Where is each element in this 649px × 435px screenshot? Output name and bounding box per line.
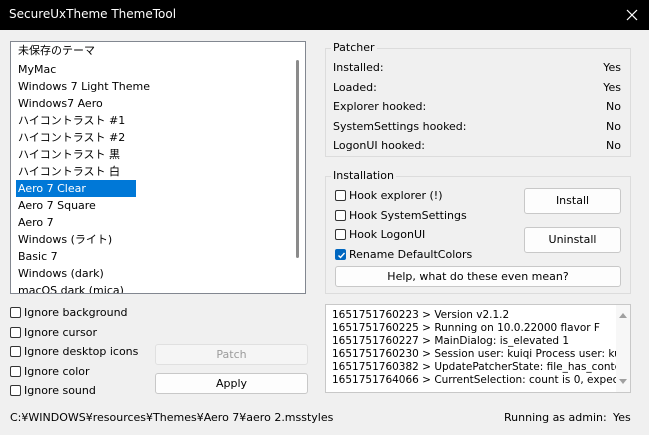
checkbox-box[interactable] <box>335 209 346 221</box>
checkbox-box-checked[interactable] <box>335 248 346 260</box>
ignore-color-checkbox[interactable]: Ignore color <box>10 363 90 379</box>
admin-label: Running as admin: <box>504 411 607 424</box>
title-bar: SecureUxTheme ThemeTool <box>0 0 649 30</box>
checkbox-label: Ignore cursor <box>24 325 97 339</box>
close-icon <box>626 9 638 21</box>
theme-item[interactable]: 未保存のテーマ <box>16 42 97 59</box>
log-scrollbar[interactable] <box>616 305 630 392</box>
theme-list[interactable]: 未保存のテーマ MyMac Windows 7 Light Theme Wind… <box>10 41 306 294</box>
checkbox-box[interactable] <box>10 384 21 396</box>
checkbox-box[interactable] <box>10 326 21 338</box>
checkbox-box[interactable] <box>10 306 21 318</box>
scroll-down-icon[interactable] <box>619 379 627 384</box>
checkbox-label: Hook LogonUI <box>349 227 426 241</box>
checkbox-box[interactable] <box>10 365 21 377</box>
loaded-value: Yes <box>603 81 621 94</box>
installed-value: Yes <box>603 61 621 74</box>
checkbox-label: Ignore color <box>24 364 90 378</box>
patcher-group-title: Patcher <box>331 41 377 54</box>
theme-item[interactable]: Windows7 Aero <box>16 95 105 112</box>
hook-systemsettings-checkbox[interactable]: Hook SystemSettings <box>335 207 467 223</box>
log-line: 1651751760230 > Session user: kuiqi Proc… <box>332 348 631 360</box>
theme-path: C:¥WINDOWS¥resources¥Themes¥Aero 7¥aero … <box>10 411 334 424</box>
theme-item[interactable]: Windows (ライト) <box>16 231 114 248</box>
scroll-up-icon[interactable] <box>619 313 627 318</box>
explorer-hooked-value: No <box>606 100 621 113</box>
checkbox-box[interactable] <box>10 345 21 357</box>
checkbox-label: Ignore background <box>24 305 128 319</box>
theme-item[interactable]: ハイコントラスト 白 <box>16 163 122 180</box>
apply-button[interactable]: Apply <box>155 373 308 394</box>
checkbox-label: Ignore sound <box>24 383 96 397</box>
rename-defaultcolors-checkbox[interactable]: Rename DefaultColors <box>335 246 472 262</box>
ignore-desktop-icons-checkbox[interactable]: Ignore desktop icons <box>10 343 138 359</box>
close-button[interactable] <box>615 0 649 30</box>
install-button[interactable]: Install <box>524 188 621 214</box>
check-icon <box>338 252 346 259</box>
log-box[interactable]: 1651751760223 > Version v2.1.2 165175176… <box>325 304 631 393</box>
log-line: 1651751760382 > UpdatePatcherState: file… <box>332 361 631 373</box>
theme-item[interactable]: Windows 7 Light Theme <box>16 78 152 95</box>
log-line: 1651751760223 > Version v2.1.2 <box>332 309 510 321</box>
checkbox-box[interactable] <box>335 189 346 201</box>
theme-item[interactable]: ハイコントラスト #2 <box>16 129 127 146</box>
checkbox-label: Hook SystemSettings <box>349 208 467 222</box>
theme-item[interactable]: ハイコントラスト 黒 <box>16 146 122 163</box>
theme-item[interactable]: Basic 7 <box>16 248 60 265</box>
theme-item-selected[interactable]: Aero 7 Clear <box>16 180 136 197</box>
logonui-hooked-value: No <box>606 139 621 152</box>
ignore-sound-checkbox[interactable]: Ignore sound <box>10 382 96 398</box>
installation-group-title: Installation <box>331 169 396 182</box>
checkbox-label: Ignore desktop icons <box>24 344 139 358</box>
theme-item[interactable]: macOS dark (mica) <box>16 282 126 293</box>
uninstall-button[interactable]: Uninstall <box>524 227 621 253</box>
logonui-hooked-label: LogonUI hooked: <box>333 139 426 152</box>
loaded-label: Loaded: <box>333 81 377 94</box>
systemsettings-hooked-value: No <box>606 120 621 133</box>
systemsettings-hooked-label: SystemSettings hooked: <box>333 120 467 133</box>
ignore-background-checkbox[interactable]: Ignore background <box>10 304 128 320</box>
theme-item[interactable]: Windows (dark) <box>16 265 106 282</box>
explorer-hooked-label: Explorer hooked: <box>333 100 427 113</box>
log-line: 1651751760225 > Running on 10.0.22000 fl… <box>332 322 600 334</box>
theme-item[interactable]: Aero 7 <box>16 214 56 231</box>
checkbox-label: Rename DefaultColors <box>349 247 473 261</box>
theme-item[interactable]: Aero 7 Square <box>16 197 98 214</box>
admin-value: Yes <box>613 411 631 424</box>
checkbox-label: Hook explorer (!) <box>349 188 443 202</box>
theme-item[interactable]: MyMac <box>16 61 58 78</box>
log-line: 1651751760227 > MainDialog: is_elevated … <box>332 335 570 347</box>
ignore-cursor-checkbox[interactable]: Ignore cursor <box>10 324 97 340</box>
log-line: 1651751764066 > CurrentSelection: count … <box>332 374 631 386</box>
checkbox-box[interactable] <box>335 228 346 240</box>
theme-item[interactable]: ハイコントラスト #1 <box>16 112 127 129</box>
hook-logonui-checkbox[interactable]: Hook LogonUI <box>335 226 425 242</box>
window-title: SecureUxTheme ThemeTool <box>9 7 177 21</box>
patch-button[interactable]: Patch <box>155 344 308 365</box>
hook-explorer-checkbox[interactable]: Hook explorer (!) <box>335 187 443 203</box>
theme-list-scrollbar[interactable] <box>296 60 299 258</box>
help-button[interactable]: Help, what do these even mean? <box>335 266 621 287</box>
installed-label: Installed: <box>333 61 384 74</box>
